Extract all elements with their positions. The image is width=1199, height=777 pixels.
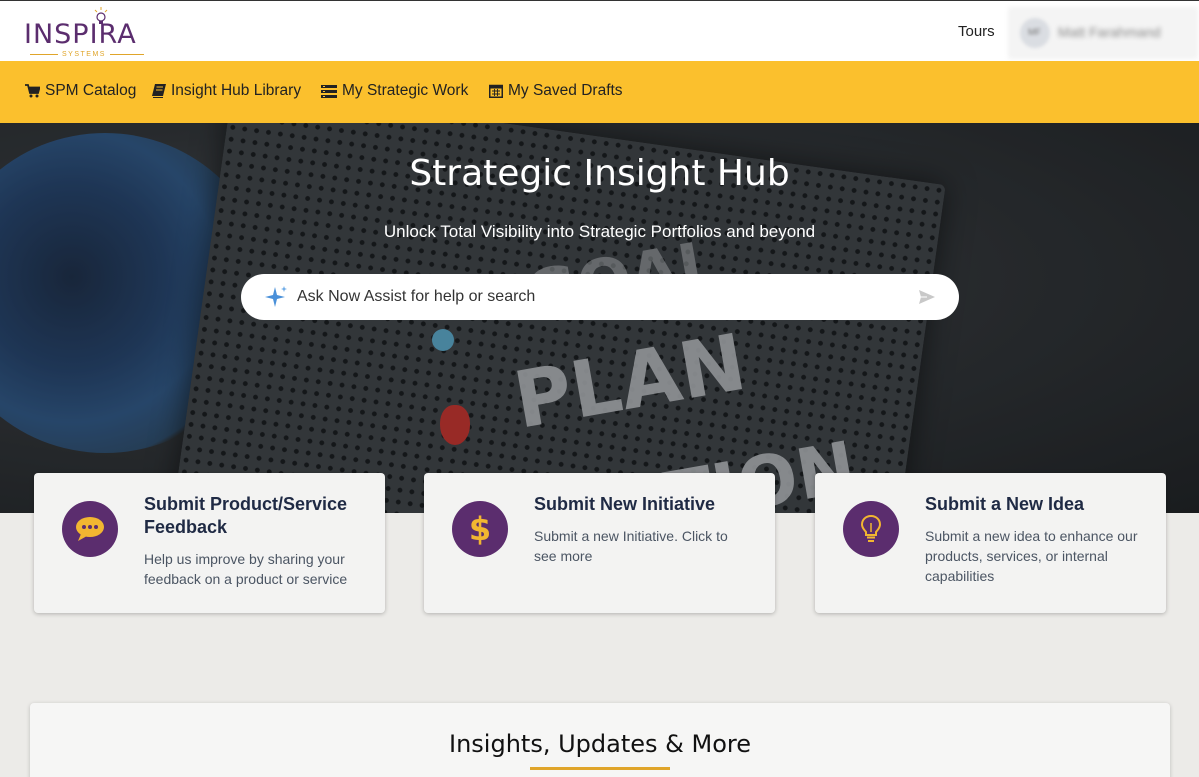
card-description: Submit a new Initiative. Click to see mo…: [534, 528, 728, 564]
logo-divider: [30, 54, 58, 55]
nav-item-spm-catalog[interactable]: SPM Catalog: [25, 82, 136, 100]
nav-item-label: My Saved Drafts: [508, 82, 623, 99]
section-title: Insights, Updates & More: [449, 730, 751, 758]
nav-item-insight-hub-library[interactable]: Insight Hub Library: [152, 82, 301, 100]
card-description: Help us improve by sharing your feedback…: [144, 551, 348, 587]
initiative-card[interactable]: $ Submit New Initiative Submit a new Ini…: [424, 473, 775, 613]
dollar-icon: $: [470, 512, 490, 546]
nav-item-my-strategic-work[interactable]: My Strategic Work: [321, 82, 468, 100]
nav-item-my-saved-drafts[interactable]: My Saved Drafts: [489, 82, 623, 100]
feedback-card[interactable]: Submit Product/Service Feedback Help us …: [34, 473, 385, 613]
card-title: Submit a New Idea: [925, 494, 1085, 514]
sparkle-icon: [265, 286, 287, 307]
send-icon[interactable]: [919, 290, 935, 304]
section-underline: [530, 767, 670, 770]
nav-item-label: My Strategic Work: [342, 82, 469, 99]
calendar-icon: [489, 84, 503, 98]
card-title: Submit Product/Service Feedback: [144, 494, 348, 537]
list-icon: [321, 84, 337, 98]
inspira-logo[interactable]: INSPIRA SYSTEMS: [24, 7, 154, 59]
card-icon-circle: [62, 501, 118, 557]
svg-text:$: $: [470, 512, 490, 546]
cart-icon: [25, 84, 40, 98]
main-nav: SPM Catalog Insight Hub Library My Strat…: [0, 61, 1199, 123]
card-icon-circle: [843, 501, 899, 557]
lightbulb-icon: [861, 515, 881, 542]
logo-text: INSPIRA: [24, 19, 137, 50]
search-input[interactable]: [297, 274, 897, 320]
nav-item-label: Insight Hub Library: [171, 82, 302, 99]
avatar[interactable]: MF: [1020, 18, 1050, 48]
user-name[interactable]: Matt Farahmand: [1058, 24, 1161, 40]
nav-item-label: SPM Catalog: [45, 82, 137, 99]
chat-bubble-icon: [76, 517, 104, 541]
card-title: Submit New Initiative: [534, 494, 716, 514]
top-header: INSPIRA SYSTEMS Tours MF Matt Farahmand: [0, 0, 1199, 61]
idea-card[interactable]: Submit a New Idea Submit a new idea to e…: [815, 473, 1166, 613]
book-icon: [152, 84, 166, 98]
logo-divider: [110, 54, 144, 55]
card-icon-circle: $: [452, 501, 508, 557]
search-bar[interactable]: [241, 274, 959, 320]
card-description: Submit a new idea to enhance our product…: [925, 528, 1138, 584]
page-subtitle: Unlock Total Visibility into Strategic P…: [383, 222, 816, 241]
page-title: Strategic Insight Hub: [409, 153, 790, 194]
hero-banner: PLAN GOAL TION Strategic Insight Hub Unl…: [0, 123, 1199, 513]
tours-link[interactable]: Tours: [958, 23, 995, 40]
logo-subtext: SYSTEMS: [62, 51, 106, 58]
insights-section: Insights, Updates & More: [30, 703, 1170, 777]
avatar-initials: MF: [1028, 27, 1041, 37]
